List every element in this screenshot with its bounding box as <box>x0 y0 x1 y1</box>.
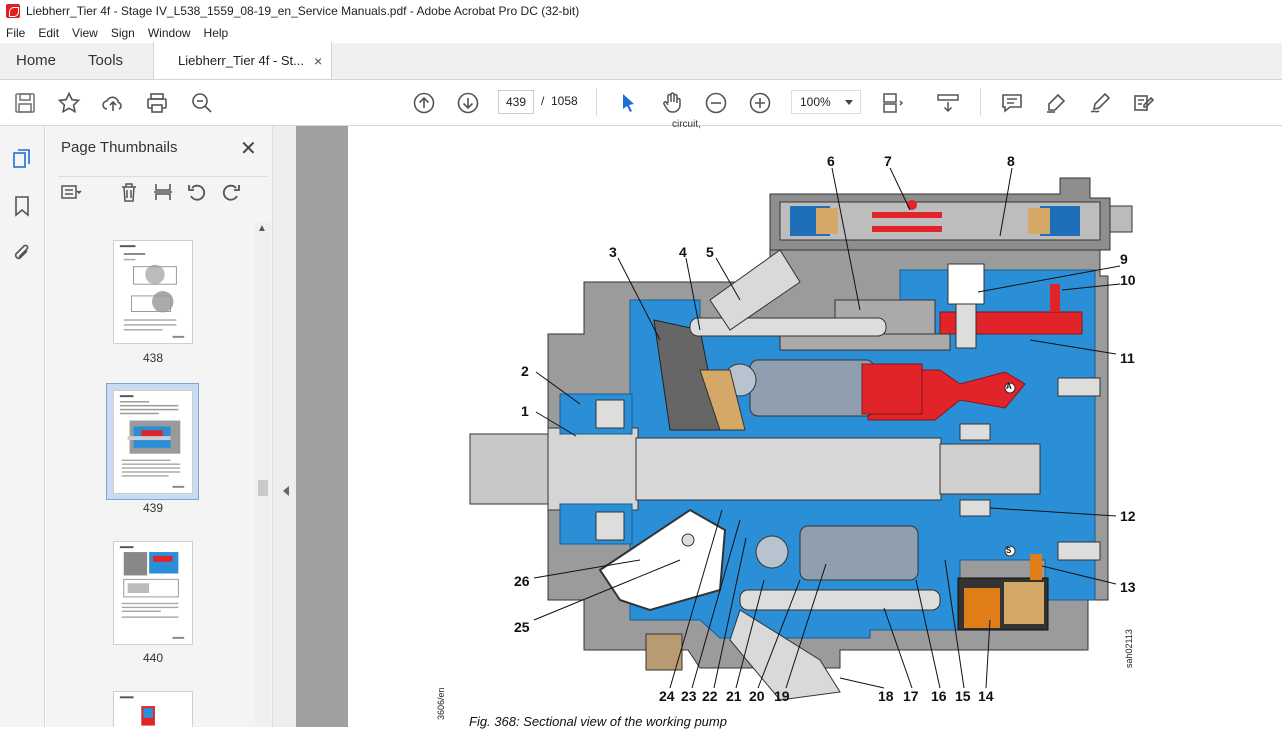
thumbnail-options-icon[interactable] <box>60 181 82 203</box>
menu-sign[interactable]: Sign <box>111 26 135 40</box>
panel-splitter[interactable] <box>272 126 296 727</box>
thumbnails-panel: Page Thumbnails ✕ 438 439 440 ▲ <box>46 126 272 727</box>
page-separator: / <box>541 94 545 108</box>
page-thumbnail-partial[interactable] <box>113 691 193 727</box>
text-fragment: circuit, <box>672 119 701 130</box>
callout-8: 8 <box>1007 153 1015 169</box>
page-thumbnail-440[interactable] <box>113 541 193 645</box>
delete-page-icon[interactable] <box>118 181 140 203</box>
rotate-left-icon[interactable] <box>186 181 208 203</box>
close-panel-icon[interactable]: ✕ <box>240 136 257 161</box>
hand-icon[interactable] <box>660 91 684 115</box>
zoom-search-icon[interactable] <box>190 91 214 115</box>
scroll-up-arrow-icon[interactable]: ▲ <box>257 223 267 234</box>
page-down-icon[interactable] <box>456 91 480 115</box>
port-label-a: A <box>1006 382 1012 391</box>
total-pages: 1058 <box>551 94 578 108</box>
panel-toolbar <box>58 176 268 206</box>
thumbnail-scrollbar[interactable] <box>255 222 271 727</box>
callout-5: 5 <box>706 244 714 260</box>
highlight-icon[interactable] <box>1044 91 1068 115</box>
star-icon[interactable] <box>57 91 81 115</box>
port-label-s: S <box>1006 546 1012 555</box>
scroll-mode-icon[interactable] <box>936 91 960 115</box>
callout-12: 12 <box>1120 508 1136 524</box>
callout-17: 17 <box>903 688 919 704</box>
thumbnail-label: 440 <box>142 651 164 665</box>
zoom-select[interactable]: 100% <box>791 90 861 114</box>
callout-10: 10 <box>1120 272 1136 288</box>
panel-title: Page Thumbnails <box>61 139 178 156</box>
tab-bar: Home Tools Liebherr_Tier 4f - St... × <box>0 42 1282 80</box>
rotate-right-icon[interactable] <box>220 181 242 203</box>
edit-icon[interactable] <box>1132 91 1156 115</box>
print-icon[interactable] <box>145 91 169 115</box>
scrollbar-thumb[interactable] <box>258 480 268 496</box>
extract-page-icon[interactable] <box>152 181 174 203</box>
thumbnail-label: 439 <box>142 501 164 515</box>
callout-20: 20 <box>749 688 765 704</box>
tab-tools[interactable]: Tools <box>72 52 139 79</box>
page-fit-icon[interactable] <box>880 91 904 115</box>
tab-document[interactable]: Liebherr_Tier 4f - St... × <box>153 42 333 79</box>
callout-21: 21 <box>726 688 742 704</box>
window-title: Liebherr_Tier 4f - Stage IV_L538_1559_08… <box>26 4 580 18</box>
menu-help[interactable]: Help <box>204 26 229 40</box>
callout-6: 6 <box>827 153 835 169</box>
toolbar-divider <box>980 88 981 116</box>
callout-13: 13 <box>1120 579 1136 595</box>
callout-14: 14 <box>978 688 994 704</box>
toolbar-divider <box>596 88 597 116</box>
page-code: 3606/en <box>436 687 446 720</box>
callout-26: 26 <box>514 573 530 589</box>
menu-file[interactable]: File <box>6 26 25 40</box>
callout-19: 19 <box>774 688 790 704</box>
page-number-input[interactable]: 439 <box>498 90 534 114</box>
page-thumbnail-439[interactable] <box>113 390 193 494</box>
callout-11: 11 <box>1120 350 1135 366</box>
menu-window[interactable]: Window <box>148 26 191 40</box>
comment-icon[interactable] <box>1000 91 1024 115</box>
page-up-icon[interactable] <box>412 91 436 115</box>
pages-icon[interactable] <box>11 148 33 170</box>
callout-16: 16 <box>931 688 947 704</box>
pump-sectional-drawing <box>469 167 1133 701</box>
callout-24: 24 <box>659 688 675 704</box>
upload-icon[interactable] <box>101 91 125 115</box>
callout-1: 1 <box>521 403 529 419</box>
tab-home[interactable]: Home <box>0 52 72 79</box>
callout-4: 4 <box>679 244 687 260</box>
page-thumbnail-438[interactable] <box>113 240 193 344</box>
select-arrow-icon[interactable] <box>616 91 640 115</box>
bookmark-icon[interactable] <box>11 195 33 217</box>
callout-2: 2 <box>521 363 529 379</box>
collapse-panel-icon[interactable] <box>283 486 289 496</box>
callout-9: 9 <box>1120 251 1128 267</box>
menu-view[interactable]: View <box>72 26 98 40</box>
zoom-out-icon[interactable] <box>704 91 728 115</box>
menu-bar: File Edit View Sign Window Help <box>0 22 1282 43</box>
callout-18: 18 <box>878 688 894 704</box>
menu-edit[interactable]: Edit <box>38 26 59 40</box>
thumbnail-label: 438 <box>142 351 164 365</box>
figure-code: sah02113 <box>1124 629 1134 668</box>
title-bar: Liebherr_Tier 4f - Stage IV_L538_1559_08… <box>0 0 1282 22</box>
pdf-page: A S <box>348 126 1282 727</box>
acrobat-logo-icon <box>6 4 20 18</box>
callout-15: 15 <box>955 688 971 704</box>
sign-icon[interactable] <box>1088 91 1112 115</box>
zoom-in-icon[interactable] <box>748 91 772 115</box>
close-tab-icon[interactable]: × <box>314 53 322 69</box>
callout-22: 22 <box>702 688 718 704</box>
callout-25: 25 <box>514 619 530 635</box>
callout-3: 3 <box>609 244 617 260</box>
save-icon[interactable] <box>13 91 37 115</box>
chevron-down-icon <box>845 100 853 105</box>
document-tab-label: Liebherr_Tier 4f - St... <box>178 53 305 68</box>
zoom-value: 100% <box>800 95 831 109</box>
attachment-icon[interactable] <box>11 242 33 264</box>
callout-23: 23 <box>681 688 697 704</box>
callout-7: 7 <box>884 153 892 169</box>
